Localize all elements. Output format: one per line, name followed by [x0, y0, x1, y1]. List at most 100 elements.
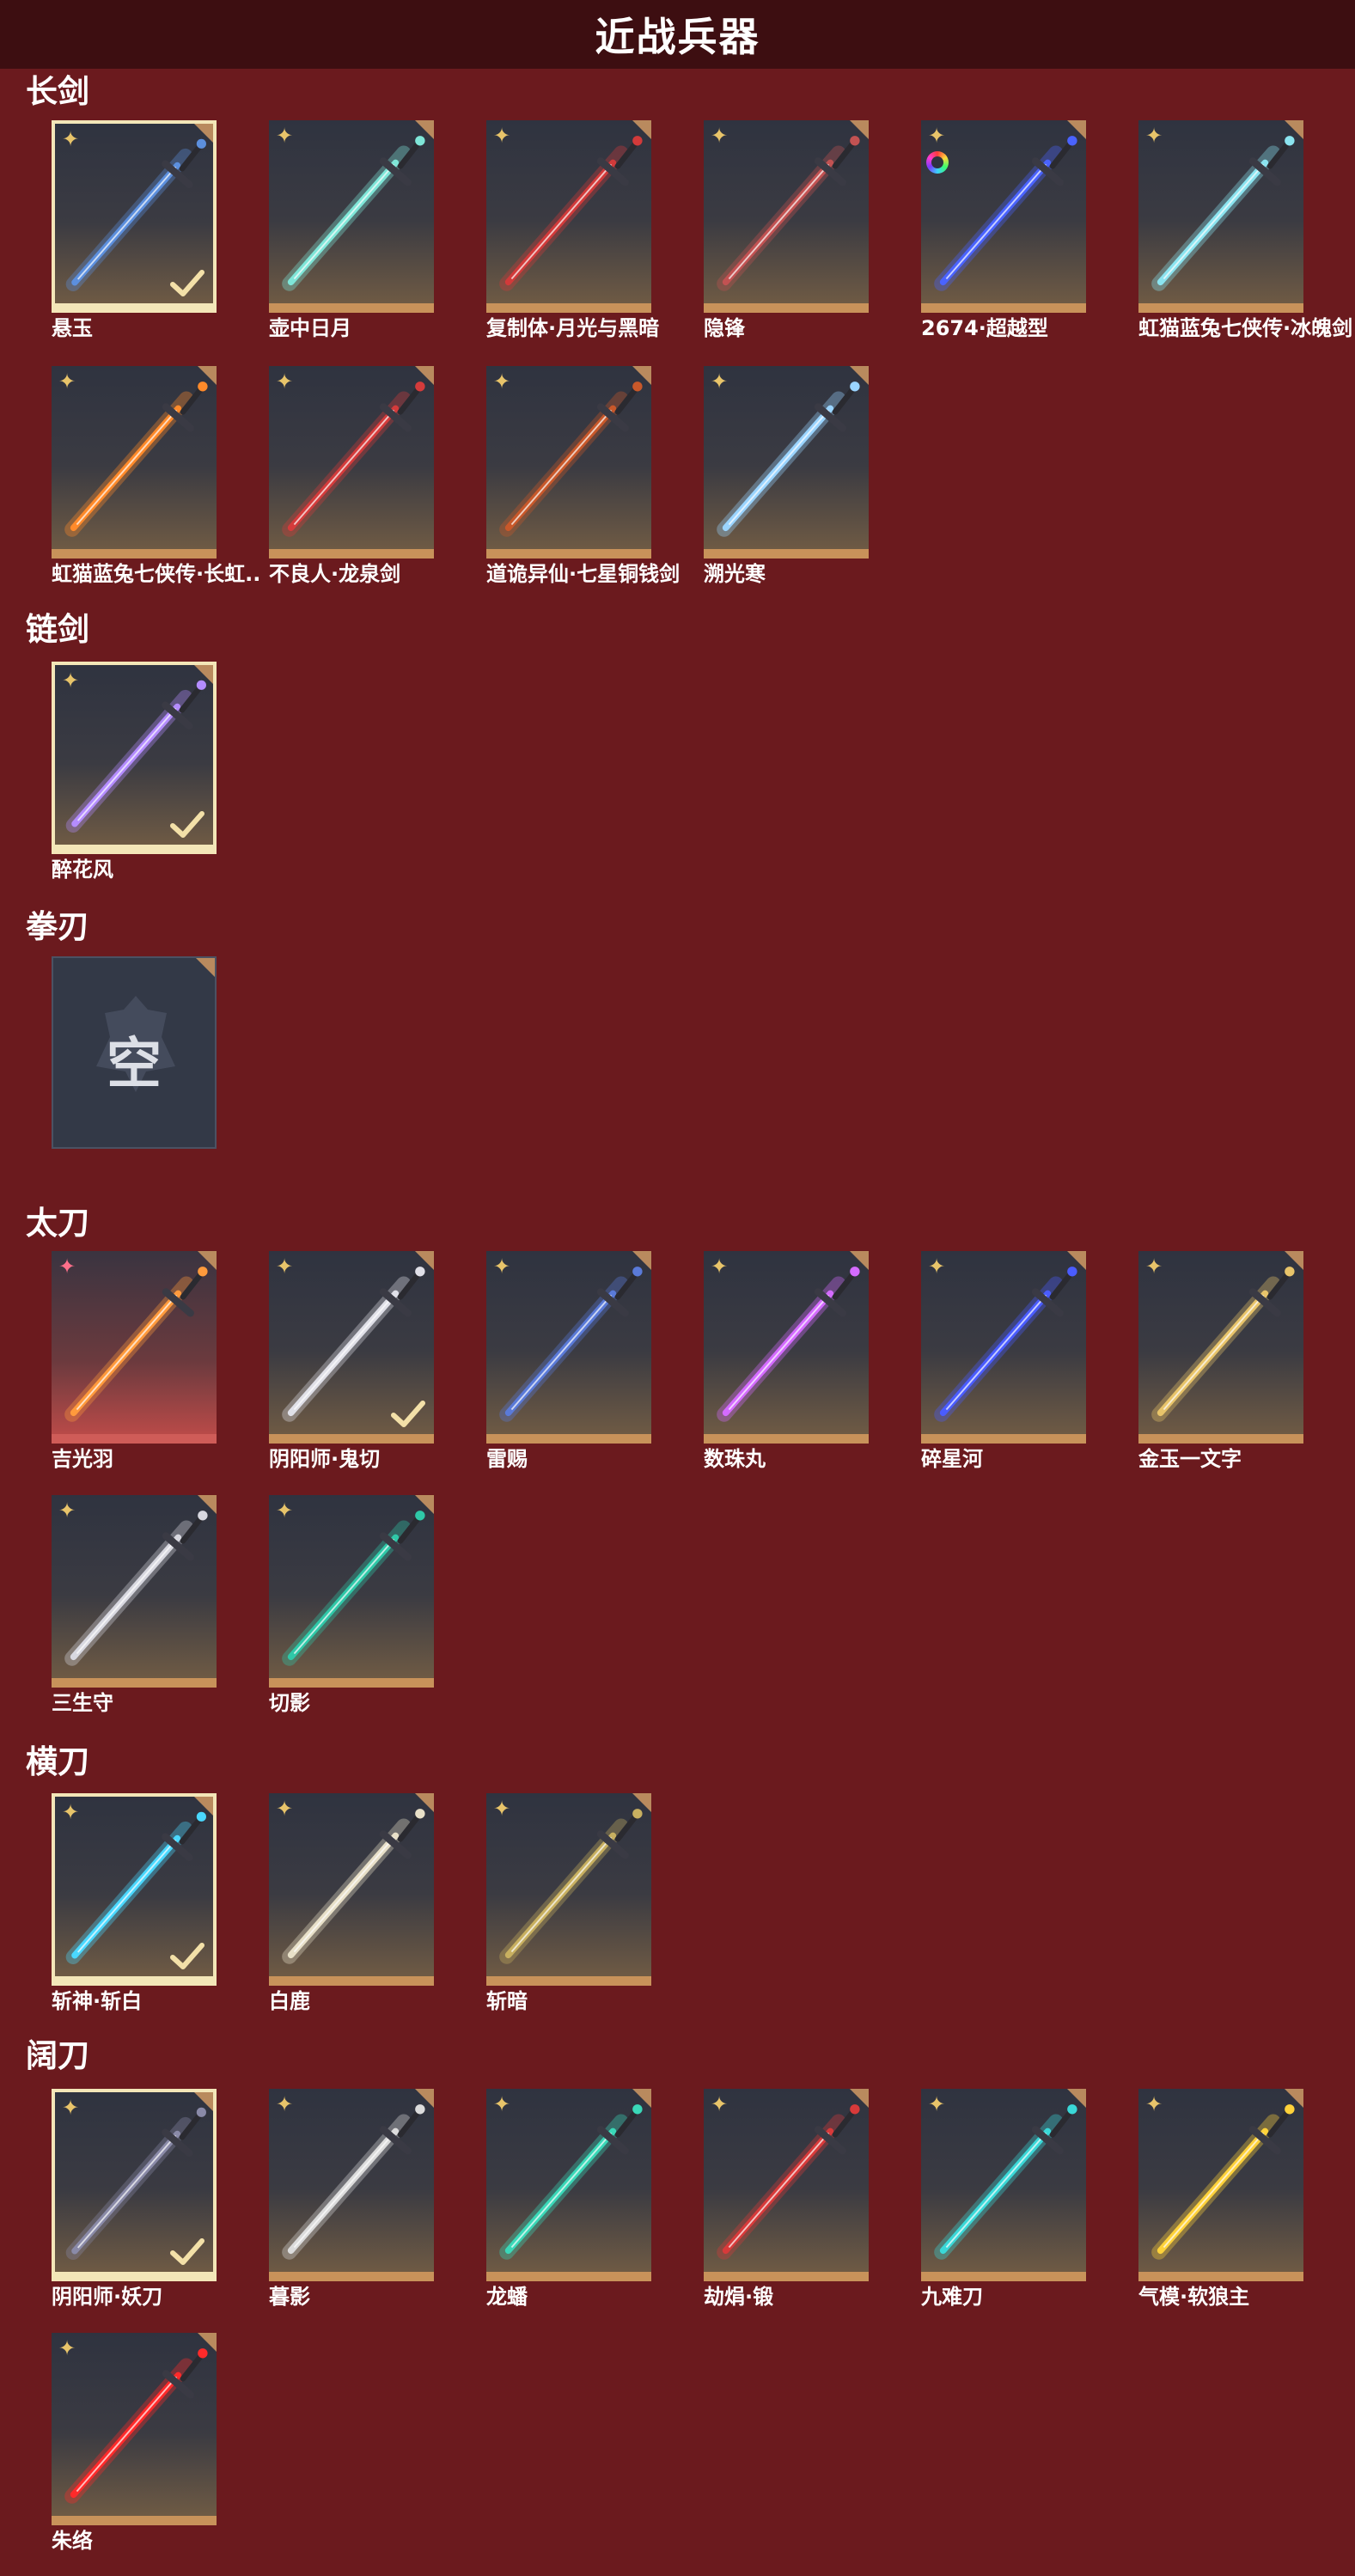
- gold-star-icon: ✦: [276, 369, 294, 394]
- weapon-item[interactable]: ✦ 壶中日月: [269, 120, 434, 339]
- weapon-card[interactable]: ✦: [486, 366, 651, 559]
- weapon-card[interactable]: ✦: [1138, 1251, 1303, 1444]
- section-title: 横刀: [26, 1743, 89, 1780]
- gold-star-icon: ✦: [711, 2092, 729, 2116]
- weapon-card[interactable]: ✦: [269, 1793, 434, 1986]
- weapon-item[interactable]: ✦ 三生守: [52, 1495, 217, 1714]
- gold-star-icon: ✦: [711, 369, 729, 394]
- weapon-item[interactable]: ✦ 道诡异仙·七星铜钱剑: [486, 366, 680, 585]
- weapon-card[interactable]: ✦: [921, 120, 1086, 313]
- weapon-card[interactable]: ✦: [52, 366, 217, 559]
- weapon-item[interactable]: ✦ 斩暗: [486, 1793, 651, 2012]
- checkmark-icon: [170, 1943, 204, 1969]
- weapon-card[interactable]: ✦: [269, 2089, 434, 2281]
- weapon-card[interactable]: ✦: [704, 2089, 869, 2281]
- weapon-name: 斩神·斩白: [52, 1989, 143, 2013]
- weapon-card[interactable]: ✦: [704, 120, 869, 313]
- weapon-art-icon: [64, 2348, 208, 2504]
- gold-star-icon: ✦: [493, 1797, 511, 1821]
- weapon-card[interactable]: ✦: [269, 366, 434, 559]
- weapon-card[interactable]: ✦: [52, 120, 217, 313]
- section-title: 长剑: [26, 73, 89, 110]
- weapon-item[interactable]: ✦ 虹猫蓝兔七侠传·冰魄剑: [1138, 120, 1352, 339]
- weapon-item[interactable]: ✦ 斩神·斩白: [52, 1793, 217, 2012]
- weapon-item[interactable]: ✦ 切影: [269, 1495, 434, 1714]
- gold-star-icon: ✦: [276, 1499, 294, 1523]
- weapon-item[interactable]: ✦ 阴阳师·妖刀: [52, 2089, 217, 2308]
- checkmark-icon: [170, 2238, 204, 2265]
- weapon-card[interactable]: ✦: [52, 1251, 217, 1444]
- corner-tab-icon: [632, 1251, 651, 1270]
- weapon-card[interactable]: ✦: [1138, 2089, 1303, 2281]
- weapon-art-icon: [499, 2104, 643, 2260]
- weapon-card[interactable]: ✦: [704, 366, 869, 559]
- weapon-item[interactable]: ✦ 阴阳师·鬼切: [269, 1251, 434, 1470]
- weapon-item[interactable]: ✦ 气模·软狼主: [1138, 2089, 1303, 2308]
- section-title: 阔刀: [26, 2037, 89, 2074]
- corner-tab-icon: [194, 2092, 213, 2111]
- corner-tab-icon: [194, 1797, 213, 1816]
- weapon-name: 九难刀: [921, 2285, 983, 2309]
- weapon-card[interactable]: ✦: [486, 1793, 651, 1986]
- gold-star-icon: ✦: [493, 124, 511, 148]
- weapon-item[interactable]: ✦ 金玉一文字: [1138, 1251, 1303, 1470]
- weapon-name: 复制体·月光与黑暗: [486, 316, 660, 340]
- weapon-card[interactable]: ✦: [486, 1251, 651, 1444]
- corner-tab-icon: [1285, 120, 1303, 139]
- weapon-art-icon: [64, 1267, 208, 1422]
- weapon-art-icon: [499, 1267, 643, 1422]
- gold-star-icon: ✦: [493, 1254, 511, 1279]
- rainbow-ring-icon: [926, 151, 949, 174]
- weapon-name: 斩暗: [486, 1989, 528, 2013]
- weapon-card[interactable]: ✦: [52, 662, 217, 854]
- weapon-card[interactable]: ✦: [921, 1251, 1086, 1444]
- weapon-card[interactable]: ✦: [1138, 120, 1303, 313]
- weapon-card[interactable]: 空: [52, 956, 217, 1149]
- weapon-art-icon: [499, 1809, 643, 1964]
- weapon-card[interactable]: ✦: [52, 2089, 217, 2281]
- weapon-card[interactable]: ✦: [52, 2333, 217, 2525]
- weapon-item[interactable]: ✦ 虹猫蓝兔七侠传·长虹..: [52, 366, 260, 585]
- weapon-card[interactable]: ✦: [486, 120, 651, 313]
- weapon-item[interactable]: ✦ 隐锋: [704, 120, 869, 339]
- weapon-card[interactable]: ✦: [52, 1495, 217, 1688]
- weapon-card[interactable]: ✦: [269, 1251, 434, 1444]
- corner-tab-icon: [196, 958, 215, 977]
- weapon-name: 三生守: [52, 1691, 113, 1715]
- weapon-card[interactable]: ✦: [921, 2089, 1086, 2281]
- weapon-name: 雷赐: [486, 1447, 528, 1471]
- weapon-item[interactable]: ✦ 复制体·月光与黑暗: [486, 120, 660, 340]
- weapon-item[interactable]: ✦ 雷赐: [486, 1251, 651, 1470]
- pink-star-icon: ✦: [58, 1254, 76, 1279]
- weapon-card[interactable]: ✦: [704, 1251, 869, 1444]
- weapon-item[interactable]: ✦ 朱络: [52, 2333, 217, 2552]
- weapon-item[interactable]: ✦ 碎星河: [921, 1251, 1086, 1470]
- gold-star-icon: ✦: [711, 1254, 729, 1279]
- gold-star-icon: ✦: [1145, 2092, 1163, 2116]
- weapon-name: 气模·软狼主: [1138, 2285, 1250, 2309]
- weapon-item[interactable]: ✦ 数珠丸: [704, 1251, 869, 1470]
- empty-weapon-slot[interactable]: 空: [52, 956, 217, 1149]
- weapon-item[interactable]: ✦ 龙蟠: [486, 2089, 651, 2308]
- weapon-name: 龙蟠: [486, 2285, 528, 2309]
- weapon-card[interactable]: ✦: [269, 1495, 434, 1688]
- weapon-item[interactable]: ✦ 白鹿: [269, 1793, 434, 2012]
- weapon-item[interactable]: ✦ 吉光羽: [52, 1251, 217, 1470]
- weapon-item[interactable]: ✦ 醉花风: [52, 662, 217, 881]
- weapon-art-icon: [717, 2104, 860, 2260]
- weapon-item[interactable]: ✦ 暮影: [269, 2089, 434, 2308]
- empty-slot-label: 空: [107, 1033, 162, 1096]
- weapon-item[interactable]: ✦ 九难刀: [921, 2089, 1086, 2308]
- weapon-item[interactable]: ✦ 劫焆·锻: [704, 2089, 869, 2308]
- checkmark-icon: [170, 270, 204, 296]
- weapon-item[interactable]: ✦ 2674·超越型: [921, 120, 1086, 339]
- weapon-name: 朱络: [52, 2529, 93, 2553]
- gold-star-icon: ✦: [62, 127, 80, 151]
- weapon-card[interactable]: ✦: [269, 120, 434, 313]
- weapon-card[interactable]: ✦: [52, 1793, 217, 1986]
- weapon-item[interactable]: ✦ 不良人·龙泉剑: [269, 366, 434, 585]
- weapon-card[interactable]: ✦: [486, 2089, 651, 2281]
- weapon-name: 数珠丸: [704, 1447, 766, 1471]
- weapon-item[interactable]: ✦ 悬玉: [52, 120, 217, 339]
- weapon-item[interactable]: ✦ 溯光寒: [704, 366, 869, 585]
